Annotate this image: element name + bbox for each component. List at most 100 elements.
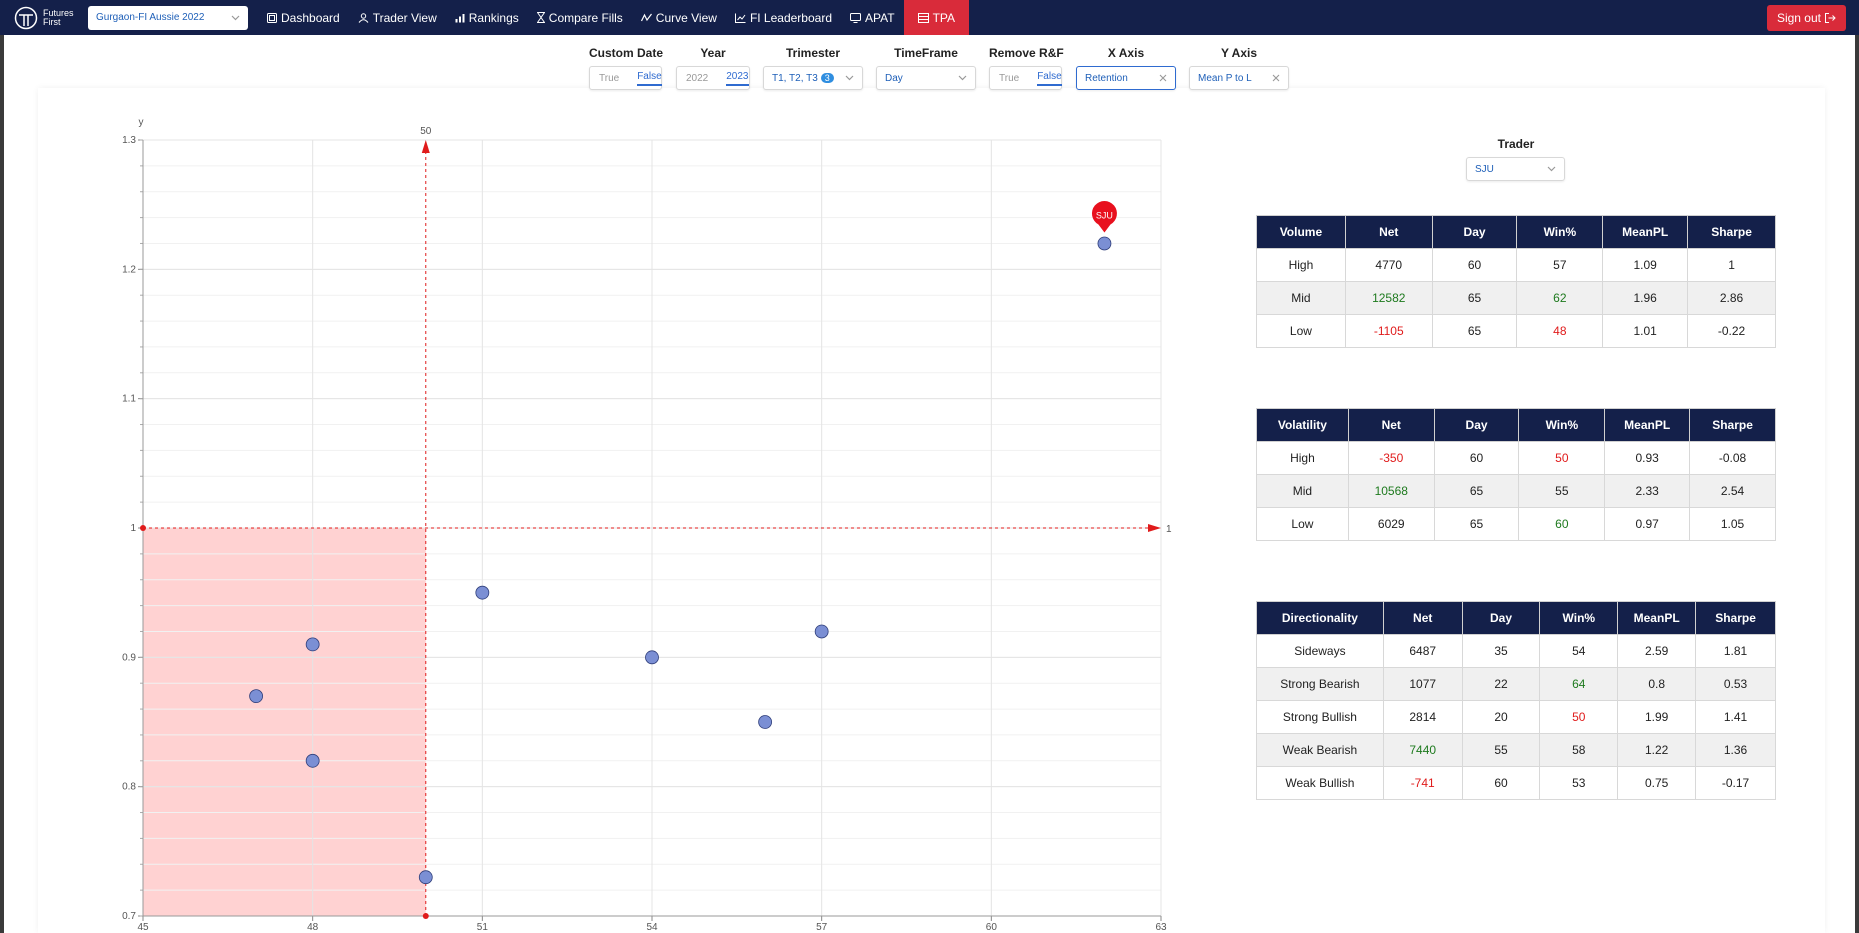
workspace-select[interactable]: Gurgaon-FI Aussie 2022 bbox=[88, 5, 248, 30]
table-cell: -1105 bbox=[1344, 314, 1433, 348]
table-cell: 12582 bbox=[1344, 281, 1433, 315]
table-cell: 48 bbox=[1516, 314, 1604, 348]
table-cell: 1.99 bbox=[1617, 700, 1697, 734]
table-cell: 60 bbox=[1461, 766, 1541, 800]
nav-trader-view[interactable]: Trader View bbox=[349, 0, 446, 35]
option-label: True bbox=[999, 72, 1020, 84]
table-cell: Sideways bbox=[1256, 634, 1384, 668]
volatility-table: Volatility Net Day Win% MeanPL Sharpe High -350… bbox=[1256, 408, 1776, 541]
timeframe-select[interactable]: Day bbox=[876, 66, 976, 90]
table-cell: 0.93 bbox=[1604, 441, 1691, 475]
nav-rankings[interactable]: Rankings bbox=[446, 0, 528, 35]
filter-label: TimeFrame bbox=[894, 46, 958, 60]
table-cell: 62 bbox=[1516, 281, 1604, 315]
futures-first-logo-icon bbox=[14, 6, 38, 29]
table-cell: 6029 bbox=[1347, 507, 1435, 541]
y-tick-label: 0.7 bbox=[122, 911, 136, 922]
clear-icon[interactable] bbox=[1159, 74, 1167, 82]
custom-date-true[interactable]: True bbox=[590, 67, 628, 89]
brand[interactable]: Futures First bbox=[14, 6, 88, 30]
year-toggle[interactable]: 2022 2023 bbox=[676, 66, 750, 90]
x-tick-label: 60 bbox=[986, 922, 998, 933]
table-row: Weak Bullish -741 60 53 0.75 -0.17 bbox=[1256, 766, 1776, 800]
filter-label: X Axis bbox=[1107, 46, 1145, 60]
x-axis-value: Retention bbox=[1085, 72, 1128, 84]
table-cell: 1.36 bbox=[1695, 733, 1776, 767]
table-header-row: Volatility Net Day Win% MeanPL Sharpe bbox=[1256, 408, 1776, 442]
option-label: 2023 bbox=[726, 71, 749, 86]
table-cell: High bbox=[1256, 441, 1349, 475]
column-header: MeanPL bbox=[1617, 601, 1697, 635]
nav-tpa[interactable]: TPA bbox=[903, 0, 970, 35]
table-cell: 35 bbox=[1461, 634, 1541, 668]
y-reference-arrow bbox=[1148, 524, 1161, 532]
custom-date-false[interactable]: False bbox=[628, 67, 670, 89]
column-header: Day bbox=[1433, 408, 1520, 442]
table-cell: 1.96 bbox=[1602, 281, 1689, 315]
remove-rf-toggle[interactable]: True False bbox=[989, 66, 1062, 90]
table-row: Low 6029 65 60 0.97 1.05 bbox=[1256, 507, 1776, 541]
table-cell: 0.8 bbox=[1617, 667, 1697, 701]
nav-dashboard[interactable]: Dashboard bbox=[258, 0, 349, 35]
x-tick-label: 51 bbox=[477, 922, 489, 933]
rankings-icon bbox=[455, 13, 465, 22]
table-cell: 65 bbox=[1433, 474, 1520, 508]
nav-compare-fills[interactable]: Compare Fills bbox=[528, 0, 632, 35]
top-navbar: Futures First Gurgaon-FI Aussie 2022 Das… bbox=[0, 0, 1859, 35]
page-gutter-left bbox=[0, 35, 4, 933]
table-cell: Strong Bearish bbox=[1256, 667, 1384, 701]
chevron-down-icon bbox=[958, 75, 967, 81]
table-cell: 20 bbox=[1461, 700, 1541, 734]
table-row: High 4770 60 57 1.09 1 bbox=[1256, 248, 1776, 282]
custom-date-toggle[interactable]: True False bbox=[589, 66, 662, 90]
scatter-point bbox=[305, 753, 320, 768]
table-row: Strong Bearish 1077 22 64 0.8 0.53 bbox=[1256, 667, 1776, 701]
remove-rf-false[interactable]: False bbox=[1028, 67, 1070, 89]
table-cell: 2.33 bbox=[1604, 474, 1691, 508]
nav-curve-view[interactable]: Curve View bbox=[632, 0, 726, 35]
year-2022[interactable]: 2022 bbox=[677, 67, 717, 89]
trader-select[interactable]: SJU bbox=[1466, 157, 1565, 181]
sign-out-icon bbox=[1825, 13, 1836, 23]
nav-apat[interactable]: APAT bbox=[841, 0, 904, 35]
page-gutter-right bbox=[1855, 35, 1859, 933]
column-header: Day bbox=[1431, 215, 1518, 249]
table-cell: 0.75 bbox=[1617, 766, 1697, 800]
y-axis-label: y bbox=[139, 117, 144, 128]
scatter-point bbox=[475, 585, 490, 600]
brand-line2: First bbox=[43, 16, 61, 27]
table-cell: 1.22 bbox=[1617, 733, 1697, 767]
table-cell: 54 bbox=[1539, 634, 1619, 668]
filter-label: Year bbox=[700, 46, 726, 60]
y-tick-label: 0.8 bbox=[122, 782, 136, 793]
table-row: Sideways 6487 35 54 2.59 1.81 bbox=[1256, 634, 1776, 668]
column-header: Net bbox=[1344, 215, 1433, 249]
table-cell: 60 bbox=[1518, 507, 1606, 541]
chevron-down-icon bbox=[1547, 166, 1556, 172]
clear-icon[interactable] bbox=[1272, 74, 1280, 82]
filter-remove-rf: Remove R&F True False bbox=[989, 46, 1064, 90]
dashboard-icon bbox=[267, 12, 277, 23]
year-2023[interactable]: 2023 bbox=[717, 67, 757, 89]
x-reference-origin bbox=[422, 913, 429, 919]
sign-out-button[interactable]: Sign out bbox=[1766, 5, 1846, 31]
trimester-text: T1, T2, T3 bbox=[772, 72, 818, 84]
option-label: False bbox=[637, 71, 662, 86]
nav-label: APAT bbox=[865, 10, 895, 25]
filter-label: Custom Date bbox=[589, 46, 664, 60]
nav-label: Curve View bbox=[655, 10, 717, 25]
hourglass-icon bbox=[536, 12, 545, 23]
filter-x-axis: X Axis Retention bbox=[1076, 46, 1176, 90]
y-axis-select[interactable]: Mean P to L bbox=[1189, 66, 1289, 90]
nav-label: Compare Fills bbox=[548, 10, 623, 25]
table-cell: 1 bbox=[1687, 248, 1776, 282]
trimester-select[interactable]: T1, T2, T3 3 bbox=[763, 66, 863, 90]
table-cell: 1.09 bbox=[1602, 248, 1689, 282]
table-cell: 2.86 bbox=[1687, 281, 1776, 315]
x-axis-select[interactable]: Retention bbox=[1076, 66, 1176, 90]
remove-rf-true[interactable]: True bbox=[990, 67, 1028, 89]
nav-fi-leaderboard[interactable]: FI Leaderboard bbox=[726, 0, 841, 35]
table-cell: 1077 bbox=[1382, 667, 1463, 701]
table-cell: Low bbox=[1256, 507, 1349, 541]
x-reference-label: 50 bbox=[420, 126, 432, 137]
